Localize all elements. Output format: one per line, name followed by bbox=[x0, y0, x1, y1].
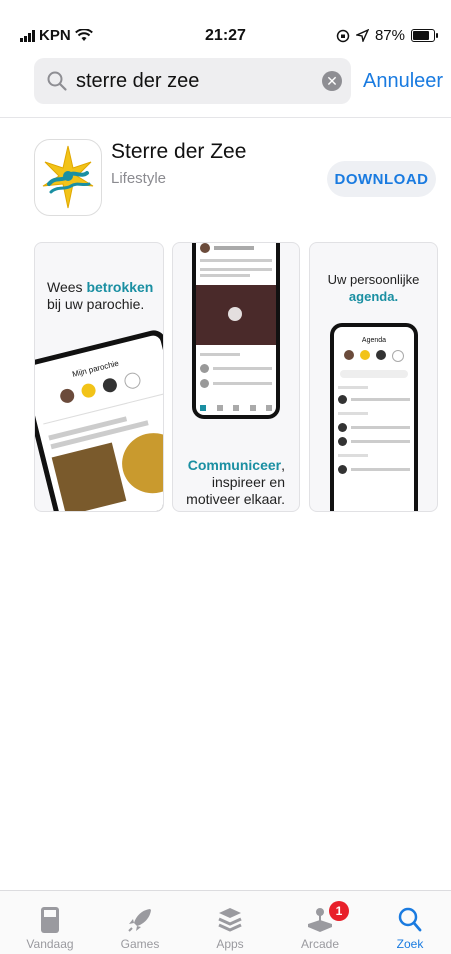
caption-highlight: agenda bbox=[348, 289, 395, 304]
search-field[interactable]: ✕ bbox=[34, 58, 351, 104]
app-category: Lifestyle bbox=[111, 170, 167, 187]
tab-bar: Vandaag Games Apps 1 Arcade Zoek bbox=[0, 890, 451, 954]
caption-text: . bbox=[394, 289, 399, 304]
app-title[interactable]: Sterre der Zee bbox=[111, 140, 246, 164]
shot2-caption: Communiceer, inspireer en motiveer elkaa… bbox=[186, 457, 285, 508]
rotation-lock-icon bbox=[336, 29, 350, 42]
phone-mockup: Agenda bbox=[330, 323, 418, 511]
search-input[interactable] bbox=[74, 68, 318, 94]
divider bbox=[0, 117, 451, 118]
status-right: 87% bbox=[336, 27, 438, 44]
shot1-caption: Wees betrokken bij uw parochie. bbox=[47, 279, 153, 313]
caption-text: bij uw parochie. bbox=[47, 296, 145, 312]
phone-mockup bbox=[192, 243, 280, 419]
tab-today[interactable]: Vandaag bbox=[5, 903, 95, 951]
battery-icon bbox=[411, 29, 438, 42]
star-of-the-sea-logo bbox=[42, 145, 94, 209]
tab-games[interactable]: Games bbox=[95, 903, 185, 951]
tab-label: Games bbox=[120, 937, 160, 951]
tab-arcade[interactable]: 1 Arcade bbox=[275, 901, 365, 951]
caption-text: motiveer elkaar. bbox=[186, 491, 285, 507]
tab-label: Apps bbox=[216, 937, 244, 951]
download-button[interactable]: DOWNLOAD bbox=[327, 161, 436, 197]
tab-apps[interactable]: Apps bbox=[185, 903, 275, 951]
caption-text: , bbox=[281, 457, 285, 473]
notification-badge: 1 bbox=[329, 901, 349, 921]
screenshot-preview-3[interactable]: Uw persoonlijke agenda. Agenda bbox=[309, 242, 438, 512]
location-icon bbox=[355, 29, 369, 42]
tab-label: Vandaag bbox=[26, 937, 74, 951]
search-icon bbox=[47, 71, 67, 91]
phone-mockup: Mijn parochie bbox=[35, 327, 163, 511]
today-icon bbox=[41, 907, 59, 933]
tab-label: Zoek bbox=[396, 937, 424, 951]
layers-icon bbox=[218, 908, 242, 932]
cancel-button[interactable]: Annuleer bbox=[363, 70, 443, 93]
caption-text: inspireer en bbox=[211, 474, 285, 490]
caption-highlight: betrokken bbox=[86, 279, 154, 295]
caption-highlight: Communiceer bbox=[187, 457, 282, 473]
search-icon bbox=[398, 907, 422, 932]
phone-screen-title: Agenda bbox=[361, 337, 387, 344]
screenshot-preview-1[interactable]: Wees betrokken bij uw parochie. Mijn par… bbox=[34, 242, 164, 512]
battery-percentage: 87% bbox=[374, 27, 405, 44]
rocket-icon bbox=[128, 909, 151, 932]
tab-search[interactable]: Zoek bbox=[365, 903, 451, 951]
screenshot-preview-2[interactable]: Communiceer, inspireer en motiveer elkaa… bbox=[172, 242, 300, 512]
caption-text: Wees bbox=[47, 279, 83, 295]
app-icon[interactable] bbox=[34, 139, 102, 216]
tab-label: Arcade bbox=[300, 937, 340, 951]
shot3-caption: Uw persoonlijke agenda. bbox=[310, 271, 437, 305]
status-bar: KPN 21:27 87% bbox=[0, 0, 451, 48]
clear-search-icon[interactable]: ✕ bbox=[322, 71, 342, 91]
caption-text: Uw persoonlijke bbox=[327, 272, 420, 287]
